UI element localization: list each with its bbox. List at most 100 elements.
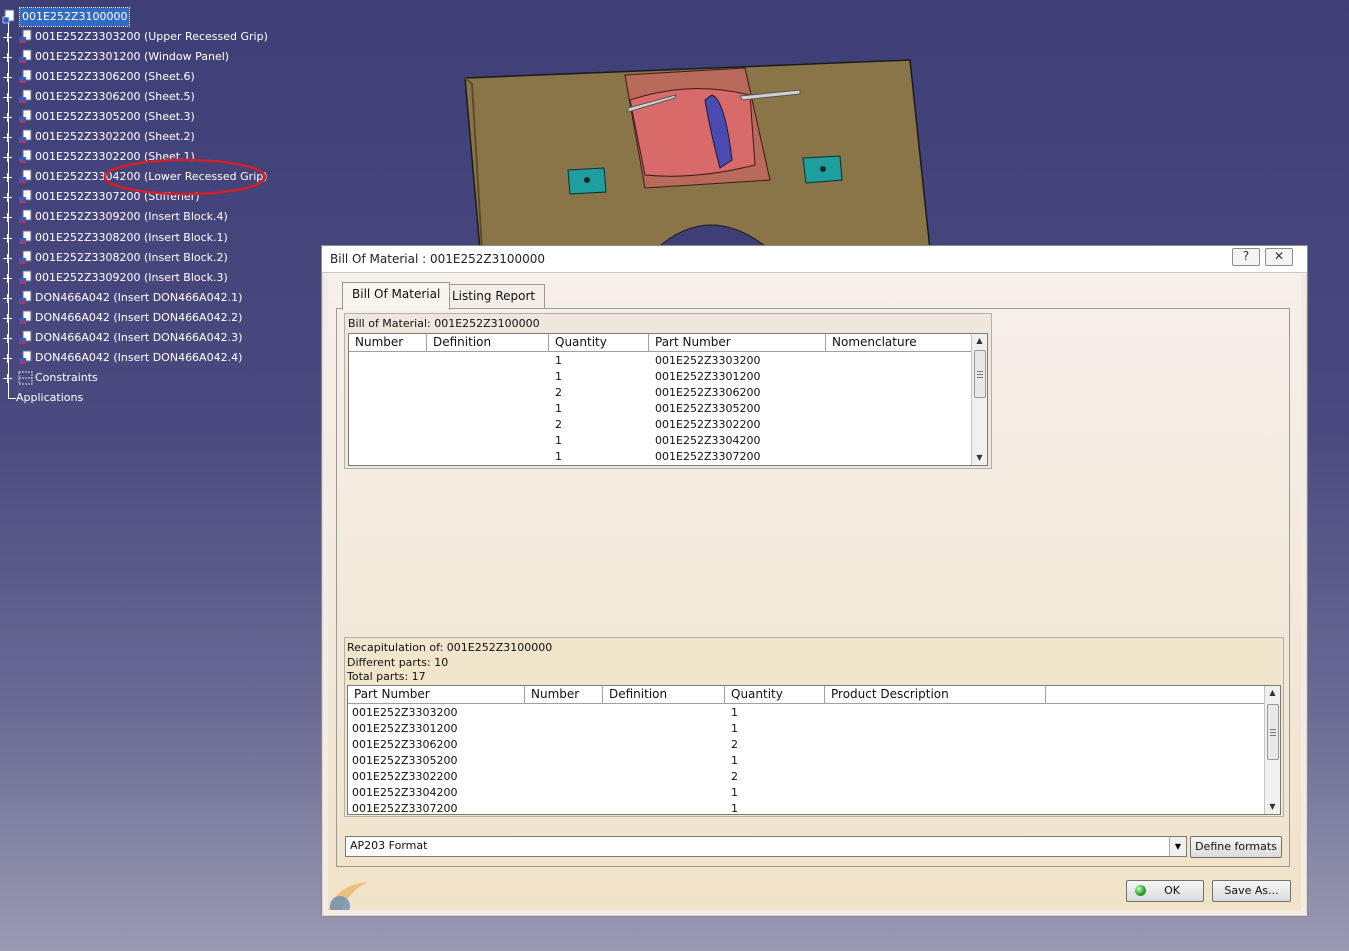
part-icon (19, 49, 32, 64)
table-row[interactable]: 2 001E252Z3306200 (349, 385, 972, 401)
tree-node-label: Constraints (35, 370, 98, 384)
bom-scrollbar[interactable]: ▲ ▼ (971, 334, 987, 465)
tree-expand-icon[interactable] (3, 113, 12, 123)
tree-applications-label: Applications (16, 391, 84, 404)
recap-table-header: Part Number Number Definition Quantity P… (348, 686, 1265, 704)
tree-expand-icon[interactable] (3, 193, 12, 203)
scroll-down-icon[interactable]: ▼ (972, 451, 987, 465)
insert-block-right (802, 155, 843, 184)
bom-col-definition[interactable]: Definition (427, 334, 549, 351)
bom-table[interactable]: Number Definition Quantity Part Number N… (348, 333, 988, 466)
table-row[interactable]: 1 001E252Z3307200 (349, 449, 972, 465)
tree-expand-icon[interactable] (3, 313, 12, 323)
part-icon (19, 69, 32, 84)
tree-expand-icon[interactable] (3, 133, 12, 143)
tab-listing-report[interactable]: Listing Report (442, 284, 546, 309)
tree-expand-icon[interactable] (3, 373, 12, 383)
table-row[interactable]: 1 001E252Z3305200 (349, 401, 972, 417)
scroll-up-icon[interactable]: ▲ (972, 334, 987, 348)
tree-node-label: 001E252Z3308200 (Insert Block.2) (35, 250, 228, 264)
part-icon (19, 330, 32, 344)
tree-expand-icon[interactable] (3, 93, 12, 103)
table-row[interactable]: 001E252Z3304200 1 (348, 785, 1265, 801)
dialog-titlebar[interactable]: Bill Of Material : 001E252Z3100000 ? ✕ (322, 246, 1307, 273)
tree-expand-icon[interactable] (3, 153, 12, 163)
table-row[interactable]: 001E252Z3303200 1 (348, 705, 1265, 721)
tree-expand-icon[interactable] (3, 53, 12, 63)
recap-col-product-description[interactable]: Product Description (825, 686, 1046, 703)
format-select[interactable]: AP203 Format ▼ (345, 836, 1187, 857)
table-row[interactable]: 1 001E252Z3301200 (349, 369, 972, 385)
recap-col-number[interactable]: Number (525, 686, 603, 703)
table-row[interactable]: 1 001E252Z3303200 (349, 353, 972, 369)
recap-cell-part-number: 001E252Z3307200 (352, 802, 458, 815)
bom-col-number[interactable]: Number (349, 334, 427, 351)
tree-expand-icon[interactable] (3, 73, 12, 83)
tree-node-label: 001E252Z3306200 (Sheet.5) (35, 90, 195, 104)
tree-expand-icon[interactable] (3, 293, 12, 303)
recap-col-quantity[interactable]: Quantity (725, 686, 825, 703)
tree-expand-icon[interactable] (3, 353, 12, 363)
bom-col-nomenclature[interactable]: Nomenclature (826, 334, 972, 351)
tree-expand-icon[interactable] (3, 333, 12, 343)
tree-node-label: 001E252Z3309200 (Insert Block.4) (35, 210, 228, 224)
recap-cell-part-number: 001E252Z3301200 (352, 722, 458, 735)
chevron-down-icon[interactable]: ▼ (1169, 837, 1186, 856)
table-row[interactable]: 2 001E252Z3302200 (349, 417, 972, 433)
bom-table-header: Number Definition Quantity Part Number N… (349, 334, 972, 352)
bom-col-part-number[interactable]: Part Number (649, 334, 826, 351)
tree-expand-icon[interactable] (3, 273, 12, 283)
table-row[interactable]: 001E252Z3305200 1 (348, 753, 1265, 769)
tree-node-label: DON466A042 (Insert DON466A042.4) (35, 350, 243, 364)
recap-different-parts: Different parts: 10 (347, 656, 449, 669)
tree-expand-icon[interactable] (3, 33, 12, 42)
tree-expand-icon[interactable] (3, 173, 12, 183)
tree-node-label: DON466A042 (Insert DON466A042.1) (35, 290, 243, 304)
recap-scrollbar[interactable]: ▲ ▼ (1264, 686, 1280, 814)
format-select-value: AP203 Format (350, 839, 428, 852)
tree-node-label: DON466A042 (Insert DON466A042.3) (35, 330, 243, 344)
part-icon (19, 209, 32, 224)
tree-node-label: 001E252Z3306200 (Sheet.6) (35, 70, 195, 84)
bom-cell-quantity: 1 (555, 370, 562, 383)
help-button[interactable]: ? (1232, 248, 1260, 266)
ok-icon (1135, 885, 1146, 896)
define-formats-button[interactable]: Define formats (1190, 836, 1282, 858)
close-button[interactable]: ✕ (1265, 248, 1293, 266)
recap-cell-quantity: 1 (731, 722, 738, 735)
table-row[interactable]: 001E252Z3307200 1 (348, 801, 1265, 815)
recap-cell-quantity: 1 (731, 754, 738, 767)
bom-col-quantity[interactable]: Quantity (549, 334, 649, 351)
recap-total-parts: Total parts: 17 (347, 670, 426, 683)
part-icon (19, 310, 32, 324)
tree-expand-icon[interactable] (3, 213, 12, 223)
insert-block-left (567, 167, 607, 195)
annotation-circle (103, 158, 267, 196)
scroll-thumb[interactable] (1267, 704, 1279, 760)
tree-root-label[interactable]: 001E252Z3100000 (18, 7, 131, 27)
recap-col-part-number[interactable]: Part Number (348, 686, 525, 703)
table-row[interactable]: 001E252Z3302200 2 (348, 769, 1265, 785)
part-icon (19, 270, 32, 284)
3d-viewport[interactable] (440, 40, 960, 250)
tree-expand-icon[interactable] (3, 253, 12, 263)
tree-node-label: 001E252Z3303200 (Upper Recessed Grip) (35, 30, 268, 43)
tree-expand-icon[interactable] (3, 233, 12, 243)
table-row[interactable]: 001E252Z3301200 1 (348, 721, 1265, 737)
save-as-button[interactable]: Save As... (1212, 880, 1291, 902)
ok-button[interactable]: OK (1126, 880, 1204, 902)
recap-table[interactable]: Part Number Number Definition Quantity P… (347, 685, 1281, 815)
recap-cell-quantity: 2 (731, 770, 738, 783)
bom-cell-part-number: 001E252Z3303200 (655, 354, 761, 367)
table-row[interactable]: 1 001E252Z3304200 (349, 433, 972, 449)
scroll-down-icon[interactable]: ▼ (1265, 800, 1280, 814)
table-row[interactable]: 001E252Z3306200 2 (348, 737, 1265, 753)
bom-group: Bill of Material: 001E252Z3100000 Number… (344, 313, 992, 469)
recap-col-definition[interactable]: Definition (603, 686, 725, 703)
recap-cell-quantity: 1 (731, 802, 738, 815)
tab-bill-of-material[interactable]: Bill Of Material (342, 282, 451, 310)
scroll-up-icon[interactable]: ▲ (1265, 686, 1280, 700)
bom-cell-quantity: 2 (555, 418, 562, 431)
scroll-thumb[interactable] (974, 350, 986, 398)
part-icon (19, 109, 32, 124)
